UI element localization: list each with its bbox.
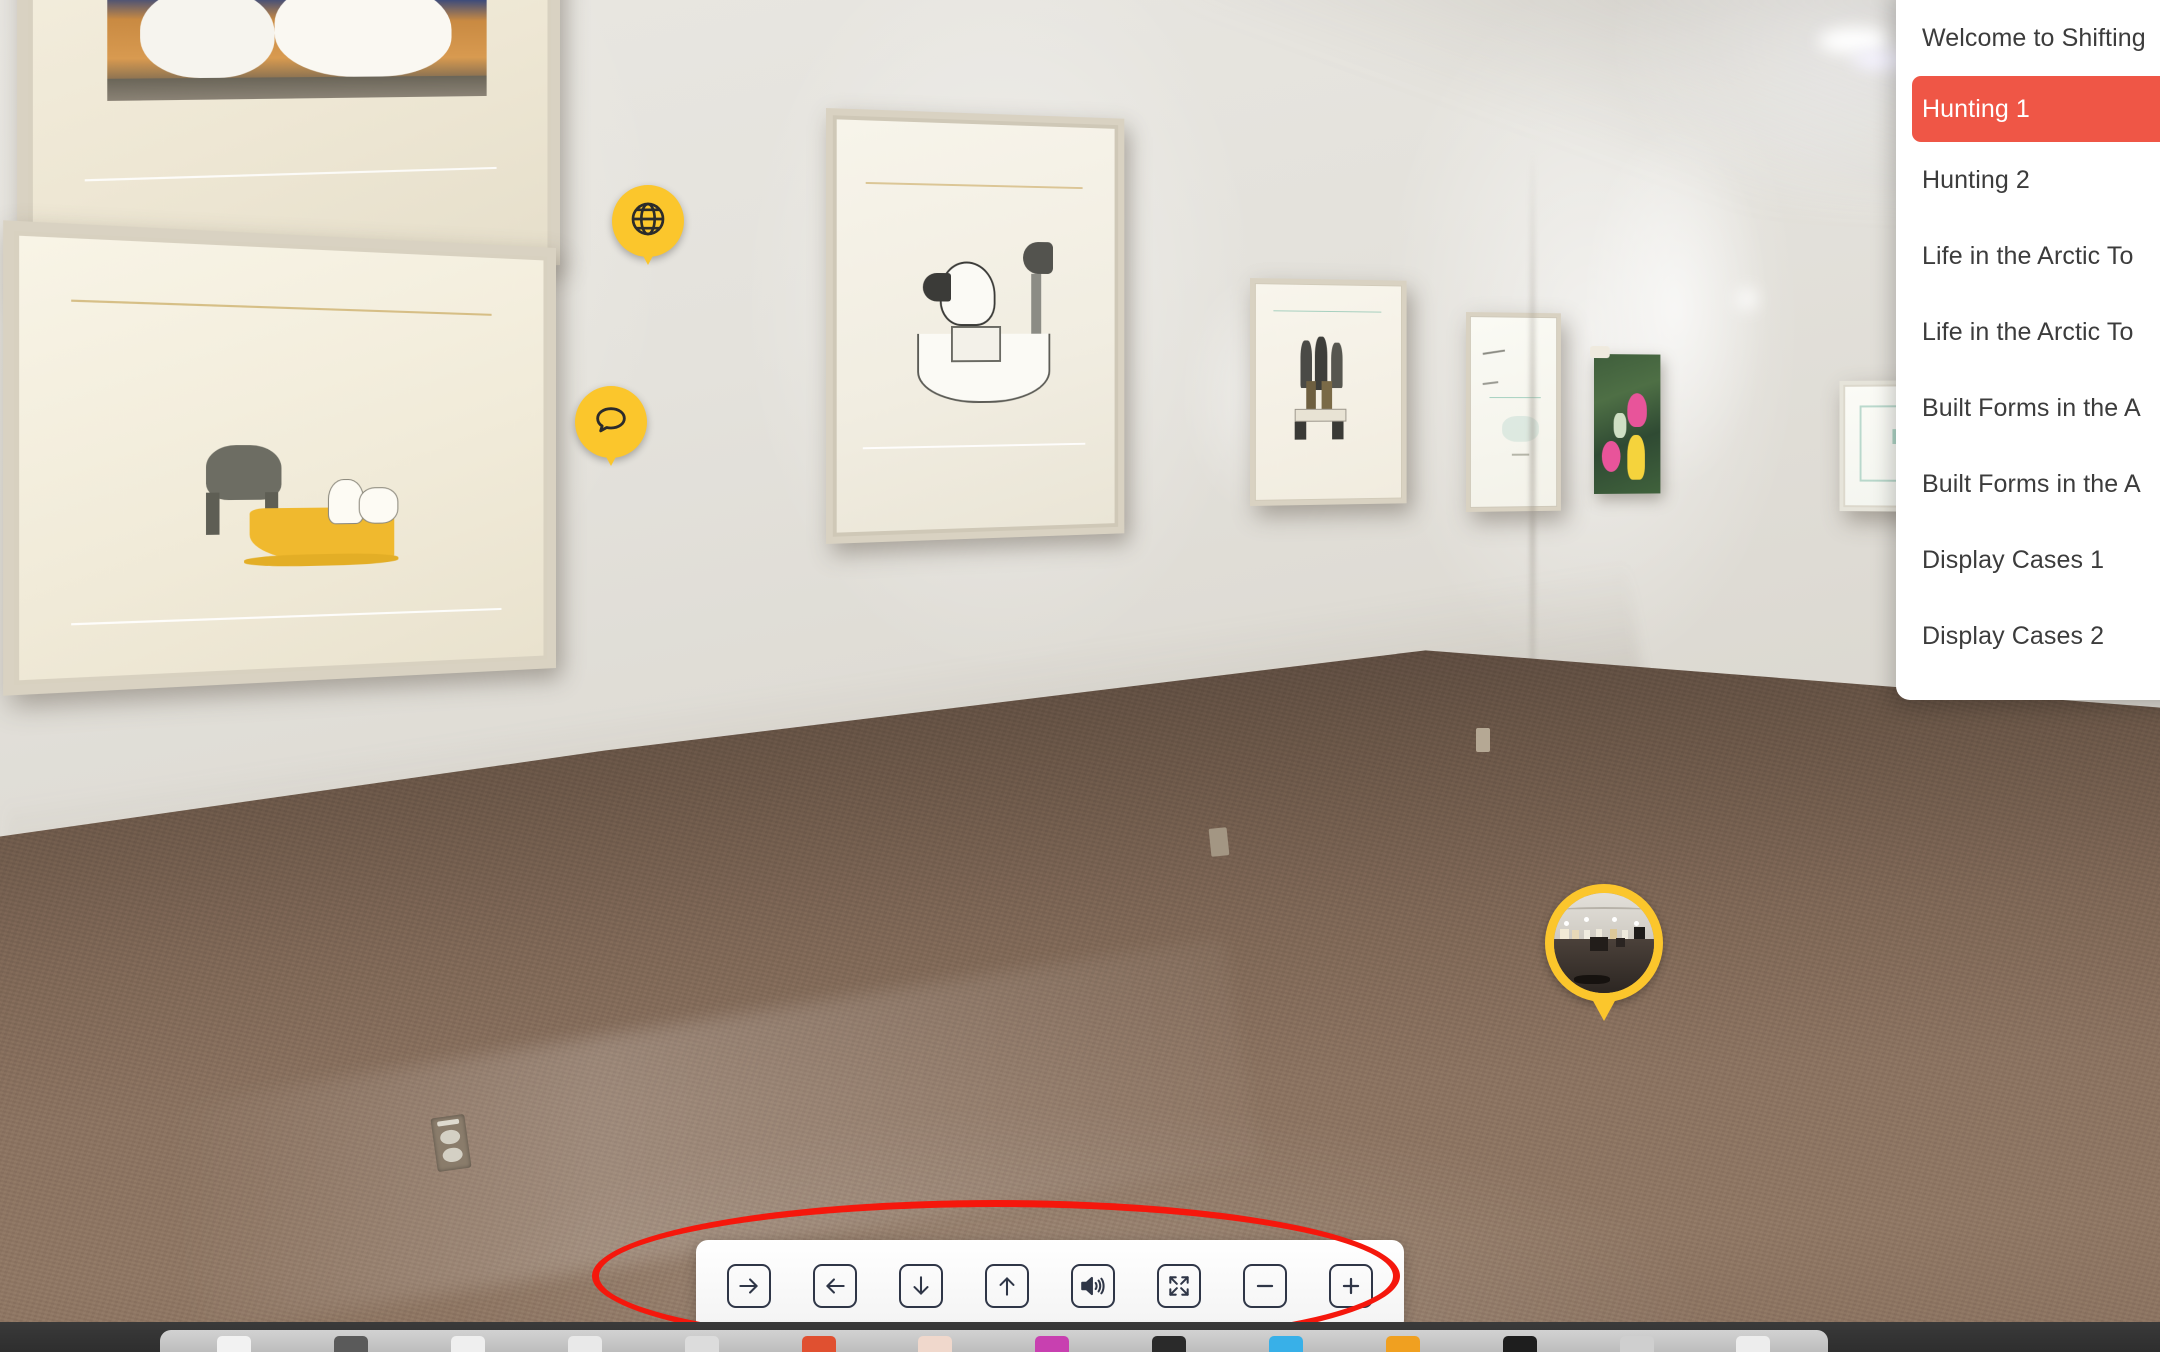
menu-item-built-forms-1[interactable]: Built Forms in the A bbox=[1896, 370, 2160, 446]
dock-icon[interactable] bbox=[1502, 1336, 1537, 1352]
dock-icon[interactable] bbox=[451, 1336, 486, 1352]
menu-item-display-cases-1[interactable]: Display Cases 1 bbox=[1896, 522, 2160, 598]
info-globe-hotspot[interactable] bbox=[612, 185, 684, 257]
zoom-out-button[interactable] bbox=[1243, 1264, 1287, 1308]
menu-item-life-arctic-2[interactable]: Life in the Arctic To bbox=[1896, 294, 2160, 370]
artwork-figures-print[interactable] bbox=[1250, 278, 1407, 506]
menu-item-hunting-1[interactable]: Hunting 1 bbox=[1912, 76, 2160, 142]
menu-item-welcome[interactable]: Welcome to Shifting bbox=[1896, 0, 2160, 76]
macos-dock[interactable] bbox=[160, 1330, 1828, 1352]
scene-list-panel[interactable]: Welcome to Shifting Hunting 1 Hunting 2 … bbox=[1896, 0, 2160, 700]
panorama-thumbnail bbox=[1554, 893, 1654, 993]
menu-item-label: Display Cases 2 bbox=[1922, 621, 2105, 650]
fullscreen-expand-icon bbox=[1166, 1273, 1192, 1299]
dock-icon[interactable] bbox=[684, 1336, 719, 1352]
comment-hotspot[interactable] bbox=[575, 386, 647, 458]
menu-item-label: Welcome to Shifting bbox=[1922, 23, 2146, 52]
artwork-sketch-print[interactable] bbox=[1466, 312, 1561, 512]
dock-icon[interactable] bbox=[1736, 1336, 1771, 1352]
viewer-toolbar[interactable] bbox=[696, 1240, 1404, 1332]
menu-item-label: Life in the Arctic To bbox=[1922, 317, 2134, 346]
menu-item-built-forms-2[interactable]: Built Forms in the A bbox=[1896, 446, 2160, 522]
pan-up-cell[interactable] bbox=[978, 1255, 1036, 1317]
electrical-outlet-icon bbox=[430, 1113, 472, 1173]
audio-button[interactable] bbox=[1071, 1264, 1115, 1308]
arrow-up-icon bbox=[994, 1273, 1020, 1299]
minus-icon bbox=[1252, 1273, 1278, 1299]
globe-icon bbox=[628, 199, 668, 244]
artwork-bird-boat-print[interactable] bbox=[826, 108, 1125, 544]
speech-bubble-icon bbox=[591, 400, 631, 445]
pan-down-button[interactable] bbox=[899, 1264, 943, 1308]
virtual-tour-viewport[interactable]: Welcome to Shifting Hunting 1 Hunting 2 … bbox=[0, 0, 2160, 1352]
room-corner bbox=[1530, 150, 1535, 730]
menu-item-label: Built Forms in the A bbox=[1922, 393, 2141, 422]
dock-icon[interactable] bbox=[334, 1336, 369, 1352]
zoom-in-cell[interactable] bbox=[1322, 1255, 1380, 1317]
zoom-out-cell[interactable] bbox=[1236, 1255, 1294, 1317]
menu-item-label: Hunting 2 bbox=[1922, 165, 2030, 194]
menu-item-display-cases-2[interactable]: Display Cases 2 bbox=[1896, 598, 2160, 674]
menu-item-life-arctic-1[interactable]: Life in the Arctic To bbox=[1896, 218, 2160, 294]
pan-right-cell[interactable] bbox=[720, 1255, 778, 1317]
pan-down-cell[interactable] bbox=[892, 1255, 950, 1317]
dock-icon[interactable] bbox=[1619, 1336, 1654, 1352]
menu-item-label: Life in the Arctic To bbox=[1922, 241, 2134, 270]
pan-left-button[interactable] bbox=[813, 1264, 857, 1308]
artwork-dog-sled-print[interactable] bbox=[3, 220, 556, 696]
fullscreen-cell[interactable] bbox=[1150, 1255, 1208, 1317]
dock-icon[interactable] bbox=[217, 1336, 252, 1352]
artwork-textile-hanging[interactable] bbox=[1589, 345, 1661, 494]
plus-icon bbox=[1338, 1273, 1364, 1299]
panorama-image[interactable] bbox=[0, 0, 2160, 1352]
arrow-right-icon bbox=[736, 1273, 762, 1299]
dock-icon[interactable] bbox=[567, 1336, 602, 1352]
audio-cell[interactable] bbox=[1064, 1255, 1122, 1317]
menu-item-label: Built Forms in the A bbox=[1922, 469, 2141, 498]
pan-right-button[interactable] bbox=[727, 1264, 771, 1308]
menu-item-label: Hunting 1 bbox=[1922, 94, 2030, 123]
menu-item-hunting-2[interactable]: Hunting 2 bbox=[1896, 142, 2160, 218]
zoom-in-button[interactable] bbox=[1329, 1264, 1373, 1308]
arrow-down-icon bbox=[908, 1273, 934, 1299]
dock-icon[interactable] bbox=[1269, 1336, 1304, 1352]
pan-up-button[interactable] bbox=[985, 1264, 1029, 1308]
dock-icon[interactable] bbox=[1385, 1336, 1420, 1352]
next-scene-hotspot[interactable] bbox=[1545, 884, 1663, 1002]
fullscreen-button[interactable] bbox=[1157, 1264, 1201, 1308]
dock-icon[interactable] bbox=[918, 1336, 953, 1352]
pan-left-cell[interactable] bbox=[806, 1255, 864, 1317]
dock-icon[interactable] bbox=[801, 1336, 836, 1352]
dock-icon[interactable] bbox=[1152, 1336, 1187, 1352]
speaker-volume-icon bbox=[1079, 1273, 1107, 1299]
electrical-outlet-icon bbox=[1476, 728, 1490, 752]
arrow-left-icon bbox=[822, 1273, 848, 1299]
electrical-outlet-icon bbox=[1208, 827, 1230, 857]
menu-item-label: Display Cases 1 bbox=[1922, 545, 2105, 574]
dock-icon[interactable] bbox=[1035, 1336, 1070, 1352]
